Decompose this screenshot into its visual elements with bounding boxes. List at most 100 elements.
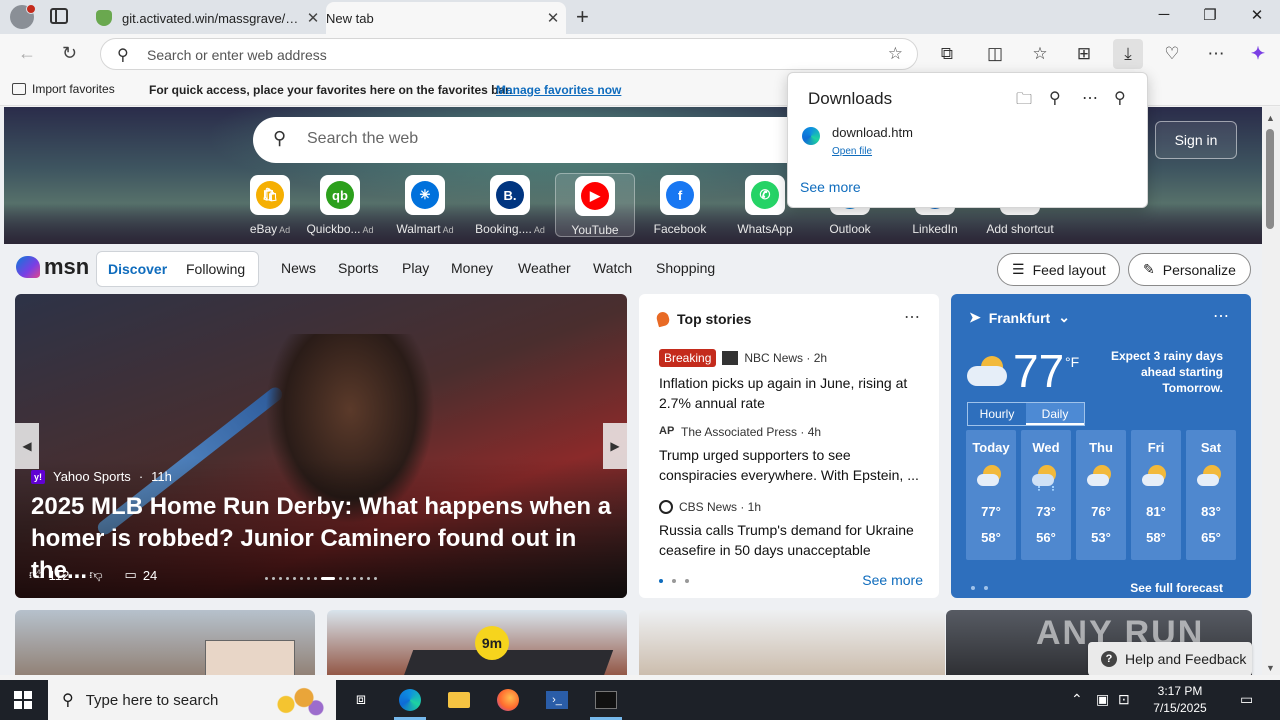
news-thumbnail[interactable]	[15, 610, 315, 675]
nav-shopping[interactable]: Shopping	[656, 260, 715, 276]
nav-sports[interactable]: Sports	[338, 260, 378, 276]
browser-essentials-icon[interactable]: ♡	[1160, 42, 1184, 66]
more-options-icon[interactable]: ⋯	[1082, 88, 1098, 108]
tab-massgrave[interactable]: git.activated.win/massgrave/Microsoft-Ac…	[86, 2, 326, 34]
favorite-star-icon[interactable]: ☆	[888, 44, 903, 64]
help-feedback-button[interactable]: ? Help and Feedback	[1088, 642, 1252, 675]
temperature-unit[interactable]: °F	[1065, 354, 1079, 370]
shortcut-tile[interactable]: qb Quickbo... Ad	[300, 173, 380, 237]
open-file-link[interactable]: Open file	[832, 146, 872, 157]
forecast-day[interactable]: Fri 81° 58°	[1131, 430, 1181, 560]
forecast-day[interactable]: Today 77° 58°	[966, 430, 1016, 560]
copilot-icon[interactable]: ✦	[1246, 42, 1270, 66]
import-favorites-button[interactable]: Import favorites	[12, 82, 115, 96]
firefox-icon[interactable]	[484, 680, 532, 720]
scroll-thumb[interactable]	[1266, 129, 1274, 229]
hourly-tab[interactable]: Hourly	[968, 403, 1026, 425]
daily-tab[interactable]: Daily	[1026, 403, 1084, 425]
feed-layout-button[interactable]: ☰ Feed layout	[997, 253, 1120, 286]
story-item[interactable]: CBS News · 1h Russia calls Trump's deman…	[659, 500, 924, 560]
open-folder-icon[interactable]: 🗀︎	[1016, 88, 1032, 115]
more-options-icon[interactable]: ⋯	[1213, 306, 1229, 326]
split-screen-icon[interactable]: ◫	[983, 42, 1007, 66]
tab-discover[interactable]: Discover	[108, 261, 167, 277]
taskbar-search[interactable]: ⚲	[48, 680, 336, 720]
pin-icon[interactable]: ⚲	[1114, 88, 1126, 108]
scroll-up-icon[interactable]: ▲	[1266, 113, 1275, 123]
close-tab-icon[interactable]: ✕	[540, 9, 566, 27]
download-item[interactable]: download.htm Open file	[802, 125, 1132, 163]
more-options-icon[interactable]: ⋯	[904, 307, 921, 327]
terminal-icon[interactable]	[582, 680, 630, 720]
nav-play[interactable]: Play	[402, 260, 429, 276]
tray-device-icon[interactable]: ▣	[1096, 691, 1109, 708]
profile-avatar-icon[interactable]	[10, 4, 36, 29]
personalize-button[interactable]: ✎ Personalize	[1128, 253, 1251, 286]
hero-story-card[interactable]: ◀ ▶ y! Yahoo Sports · 11h 2025 MLB Home …	[15, 294, 627, 598]
tab-following[interactable]: Following	[186, 261, 245, 277]
favorites-bar-message: For quick access, place your favorites h…	[149, 83, 513, 97]
carousel-next-icon[interactable]: ▶	[603, 423, 627, 469]
back-arrow-icon[interactable]: ←	[18, 43, 36, 64]
close-window-icon[interactable]: ✕	[1234, 6, 1280, 24]
extensions-icon[interactable]: ⧉	[935, 42, 959, 66]
shortcut-tile[interactable]: ▶ YouTube	[555, 173, 635, 237]
new-tab-plus-icon[interactable]: +	[576, 4, 589, 30]
favorites-icon[interactable]: ☆	[1028, 42, 1052, 66]
file-explorer-icon[interactable]	[435, 680, 483, 720]
tab-actions-icon[interactable]	[50, 8, 68, 24]
web-search-input[interactable]	[307, 130, 787, 148]
nav-watch[interactable]: Watch	[593, 260, 632, 276]
forecast-day[interactable]: Thu 76° 53°	[1076, 430, 1126, 560]
nav-news[interactable]: News	[281, 260, 316, 276]
full-forecast-link[interactable]: See full forecast	[1130, 581, 1223, 595]
msn-logo[interactable]: msn	[16, 254, 89, 280]
edge-taskbar-icon[interactable]	[386, 680, 434, 720]
shortcut-tile[interactable]: 🛍 eBay Ad	[230, 173, 310, 237]
news-thumbnail[interactable]: 9m	[327, 610, 627, 675]
page-scrollbar[interactable]: ▲ ▼	[1262, 107, 1280, 675]
windows-start-icon[interactable]	[14, 691, 32, 709]
dislike-icon[interactable]: 👎︎	[89, 567, 102, 583]
network-icon[interactable]: ⊡	[1118, 691, 1130, 708]
tab-new-tab[interactable]: New tab ✕	[326, 2, 566, 125]
scroll-down-icon[interactable]: ▼	[1266, 663, 1275, 673]
carousel-prev-icon[interactable]: ◀	[15, 423, 39, 469]
see-more-link[interactable]: See more	[862, 572, 923, 588]
shortcut-tile[interactable]: f Facebook	[640, 173, 720, 237]
manage-favorites-link[interactable]: Manage favorites now	[496, 83, 621, 97]
nav-money[interactable]: Money	[451, 260, 493, 276]
system-clock[interactable]: 3:17 PM 7/15/2025	[1142, 683, 1218, 717]
address-input[interactable]	[147, 45, 847, 65]
news-thumbnail[interactable]	[639, 610, 945, 675]
tray-chevron-icon[interactable]: ⌃	[1071, 691, 1083, 708]
search-icon[interactable]: ⚲	[1049, 88, 1061, 108]
see-more-link[interactable]: See more	[800, 179, 861, 195]
forecast-day[interactable]: Sat 83° 65°	[1186, 430, 1236, 560]
shortcut-tile[interactable]: B. Booking.... Ad	[470, 173, 550, 237]
forecast-day[interactable]: Wed 73° 56°	[1021, 430, 1071, 560]
more-menu-icon[interactable]: ⋯	[1204, 42, 1228, 66]
refresh-icon[interactable]: ↻	[62, 43, 77, 64]
notifications-icon[interactable]: ▭	[1240, 691, 1253, 708]
task-view-icon[interactable]: ⧈	[337, 680, 385, 720]
windows-taskbar: ⚲ ⧈ ›_ ⌃ ▣ ⊡ 3:17 PM 7/15/2025 ▭	[0, 680, 1280, 720]
comment-icon[interactable]: ▭	[125, 567, 137, 583]
nav-weather[interactable]: Weather	[518, 260, 571, 276]
sign-in-button[interactable]: Sign in	[1155, 121, 1237, 159]
shortcut-tile[interactable]: ✳ Walmart Ad	[385, 173, 465, 237]
story-item[interactable]: Breaking NBC News · 2h Inflation picks u…	[659, 349, 924, 413]
collections-icon[interactable]: ⊞	[1072, 42, 1096, 66]
powershell-icon[interactable]: ›_	[533, 680, 581, 720]
taskbar-search-input[interactable]	[85, 691, 286, 709]
like-icon[interactable]: 👍︎	[29, 567, 43, 583]
close-tab-icon[interactable]: ✕	[300, 9, 326, 27]
location-selector[interactable]: ➤ Frankfurt ⌄	[969, 309, 1070, 326]
restore-icon[interactable]: ❐	[1187, 6, 1233, 24]
downloads-icon[interactable]: ⤓	[1113, 39, 1143, 69]
story-item[interactable]: AP The Associated Press · 4h Trump urged…	[659, 425, 924, 485]
address-bar[interactable]: ⚲ ☆	[100, 38, 918, 70]
weather-note[interactable]: Expect 3 rainy days ahead starting Tomor…	[1095, 348, 1223, 396]
minimize-icon[interactable]: ─	[1141, 6, 1187, 23]
web-search-box[interactable]: ⚲	[253, 117, 813, 163]
